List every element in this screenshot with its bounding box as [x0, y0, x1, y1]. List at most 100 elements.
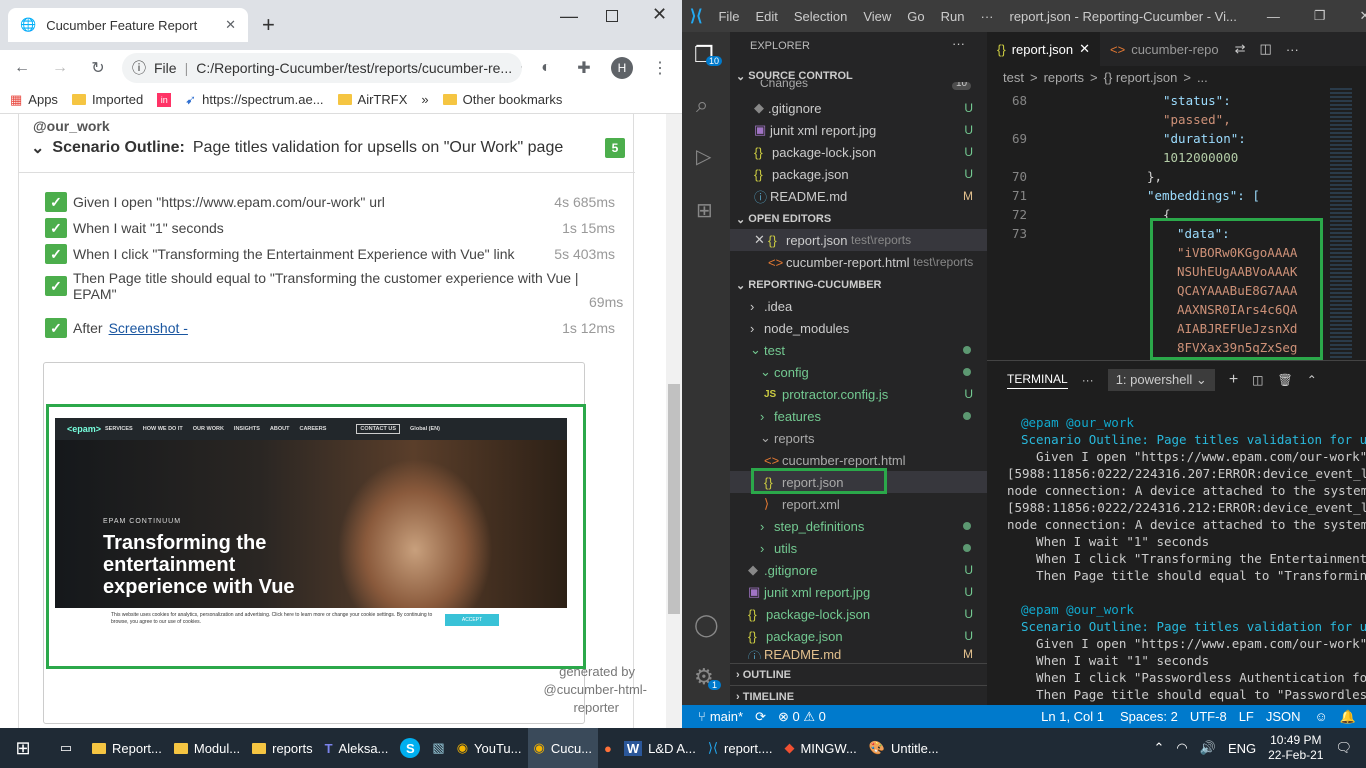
timeline-section[interactable]: › TIMELINE	[730, 685, 987, 705]
run-debug-icon[interactable]: ▷	[696, 144, 711, 169]
breadcrumb-item[interactable]: {} report.json	[1104, 70, 1178, 85]
tree-folder[interactable]: › .idea	[730, 295, 987, 317]
tree-file[interactable]: JS protractor.config.js U	[730, 383, 987, 405]
close-button[interactable]: ✕	[652, 4, 667, 25]
trash-icon[interactable]: 🗑	[1278, 373, 1293, 387]
chrome-tab[interactable]: 🌐 Cucumber Feature Report ✕	[8, 8, 248, 42]
tree-folder[interactable]: › utils	[730, 537, 987, 559]
language-indicator[interactable]: ENG	[1222, 728, 1262, 768]
scm-file[interactable]: ◆ .gitignore U	[730, 97, 987, 119]
menu-selection[interactable]: Selection	[794, 9, 847, 24]
scm-file[interactable]: ⓘ README.md M	[730, 185, 987, 207]
encoding[interactable]: UTF-8	[1190, 709, 1227, 724]
menu-view[interactable]: View	[863, 9, 891, 24]
tree-folder[interactable]: ⌄ reports	[730, 427, 987, 449]
open-editors-section[interactable]: ⌄ OPEN EDITORS	[730, 208, 987, 230]
menu-edit[interactable]: Edit	[755, 9, 777, 24]
tree-folder[interactable]: › step_definitions	[730, 515, 987, 537]
split-terminal-icon[interactable]: ◫	[1252, 373, 1263, 387]
maximize-button[interactable]	[606, 10, 618, 22]
open-editor[interactable]: ✕{} report.json test\reports	[730, 229, 987, 251]
changes-row[interactable]: Changes	[760, 80, 808, 90]
puzzle-icon[interactable]: ✚	[570, 54, 598, 82]
scenario-header[interactable]: ⌄ Scenario Outline: Page titles validati…	[31, 138, 563, 158]
close-icon[interactable]: ✕	[1079, 41, 1090, 57]
close-button[interactable]: ✕	[1360, 8, 1366, 24]
outline-section[interactable]: › OUTLINE	[730, 663, 987, 685]
tree-file[interactable]: ⓘ README.md M	[730, 647, 987, 659]
more-icon[interactable]: ···	[1082, 373, 1094, 387]
minimap[interactable]	[1330, 88, 1352, 360]
taskbar-item[interactable]: Report...	[86, 728, 168, 768]
menu-file[interactable]: File	[718, 9, 739, 24]
scrollbar-thumb[interactable]	[668, 384, 680, 614]
tree-file[interactable]: {} package-lock.json U	[730, 603, 987, 625]
indentation[interactable]: Spaces: 2	[1120, 709, 1178, 724]
firefox-icon[interactable]: ●	[598, 728, 618, 768]
eol[interactable]: LF	[1239, 709, 1254, 724]
step-row[interactable]: ✓ Given I open "https://www.epam.com/our-…	[45, 192, 625, 212]
step-row[interactable]: ✓ When I click "Transforming the Entertai…	[45, 244, 625, 264]
extensions-icon[interactable]: ⊞	[696, 198, 713, 223]
taskbar-item[interactable]: reports	[246, 728, 318, 768]
more-icon[interactable]: ···	[952, 36, 965, 51]
address-bar[interactable]: ⓘ File | C:/Reporting-Cucumber/test/repo…	[122, 53, 522, 83]
tree-file[interactable]: ◆ .gitignore U	[730, 559, 987, 581]
step-row[interactable]: ✓ Then Page title should equal to "Transf…	[45, 270, 625, 302]
bell-icon[interactable]: 🔔	[1340, 709, 1356, 725]
bookmark-apps[interactable]: ▦ Apps	[10, 92, 58, 108]
skype-icon[interactable]: S	[394, 728, 426, 768]
new-tab-button[interactable]: +	[262, 12, 275, 38]
notification-icon[interactable]: 🗨	[1329, 728, 1358, 768]
scm-file[interactable]: ▣ junit xml report.jpg U	[730, 119, 987, 141]
taskbar-item[interactable]: ◆ MINGW...	[778, 728, 862, 768]
bookmark-invision[interactable]: in	[157, 92, 172, 107]
taskbar-item[interactable]: ◉ YouTu...	[451, 728, 528, 768]
taskbar-item[interactable]: Modul...	[168, 728, 246, 768]
bookmark-imported[interactable]: Imported	[71, 92, 143, 107]
open-editor[interactable]: <> cucumber-report.html test\reports	[730, 251, 987, 273]
bookmarks-overflow[interactable]: »	[421, 92, 428, 107]
taskbar-item[interactable]: ◉ Cucu...	[527, 728, 599, 768]
close-tab-icon[interactable]: ✕	[225, 17, 236, 33]
volume-icon[interactable]: 🔊	[1194, 728, 1222, 768]
breadcrumb-item[interactable]: test	[1003, 70, 1024, 85]
tree-folder[interactable]: ⌄ test	[730, 339, 987, 361]
breadcrumb-item[interactable]: reports	[1044, 70, 1084, 85]
forward-icon[interactable]: →	[46, 54, 74, 82]
language-mode[interactable]: JSON	[1266, 709, 1301, 724]
plus-icon[interactable]: +	[1229, 371, 1238, 389]
avatar[interactable]: H	[608, 54, 636, 82]
compare-icon[interactable]: ⇄	[1235, 41, 1246, 57]
restore-button[interactable]: ❐	[1314, 8, 1326, 24]
sync-icon[interactable]: ⟳	[755, 709, 766, 725]
scm-file[interactable]: {} package-lock.json U	[730, 141, 987, 163]
star-icon[interactable]: ☆	[520, 60, 522, 77]
windows-start-icon[interactable]: ⊞	[0, 728, 46, 768]
minimize-button[interactable]: —	[1267, 9, 1280, 24]
menu-run[interactable]: Run	[941, 9, 965, 24]
terminal-select[interactable]: 1: powershell ⌄	[1107, 369, 1215, 391]
tray-chevron-icon[interactable]: ⌃	[1148, 728, 1171, 768]
tree-folder[interactable]: ⌄ config	[730, 361, 987, 383]
tree-folder[interactable]: › features	[730, 405, 987, 427]
taskbar-item[interactable]: W L&D A...	[618, 728, 702, 768]
terminal-tab[interactable]: TERMINAL	[1007, 372, 1068, 389]
reload-icon[interactable]: ↻	[84, 54, 112, 82]
taskbar-item[interactable]: 🎨 Untitle...	[863, 728, 945, 768]
step-row[interactable]: ✓ When I wait "1" seconds 1s 15ms	[45, 218, 625, 238]
account-icon[interactable]: ◯	[694, 612, 719, 638]
scm-file[interactable]: {} package.json U	[730, 163, 987, 185]
minimize-button[interactable]: —	[560, 6, 578, 27]
task-view-icon[interactable]: ▭	[46, 728, 86, 768]
bookmark-airtrfx[interactable]: AirTRFX	[337, 92, 407, 107]
menu-more[interactable]: ···	[980, 9, 993, 24]
wifi-icon[interactable]: ◠	[1170, 728, 1193, 768]
split-editor-icon[interactable]: ◫	[1260, 41, 1272, 57]
clock[interactable]: 10:49 PM 22-Feb-21	[1262, 728, 1329, 768]
chevron-up-icon[interactable]: ⌃	[1307, 373, 1317, 387]
feedback-icon[interactable]: ☺	[1315, 709, 1328, 724]
page-scrollbar[interactable]	[666, 114, 682, 728]
more-icon[interactable]: ···	[1286, 42, 1299, 57]
tree-folder[interactable]: › node_modules	[730, 317, 987, 339]
